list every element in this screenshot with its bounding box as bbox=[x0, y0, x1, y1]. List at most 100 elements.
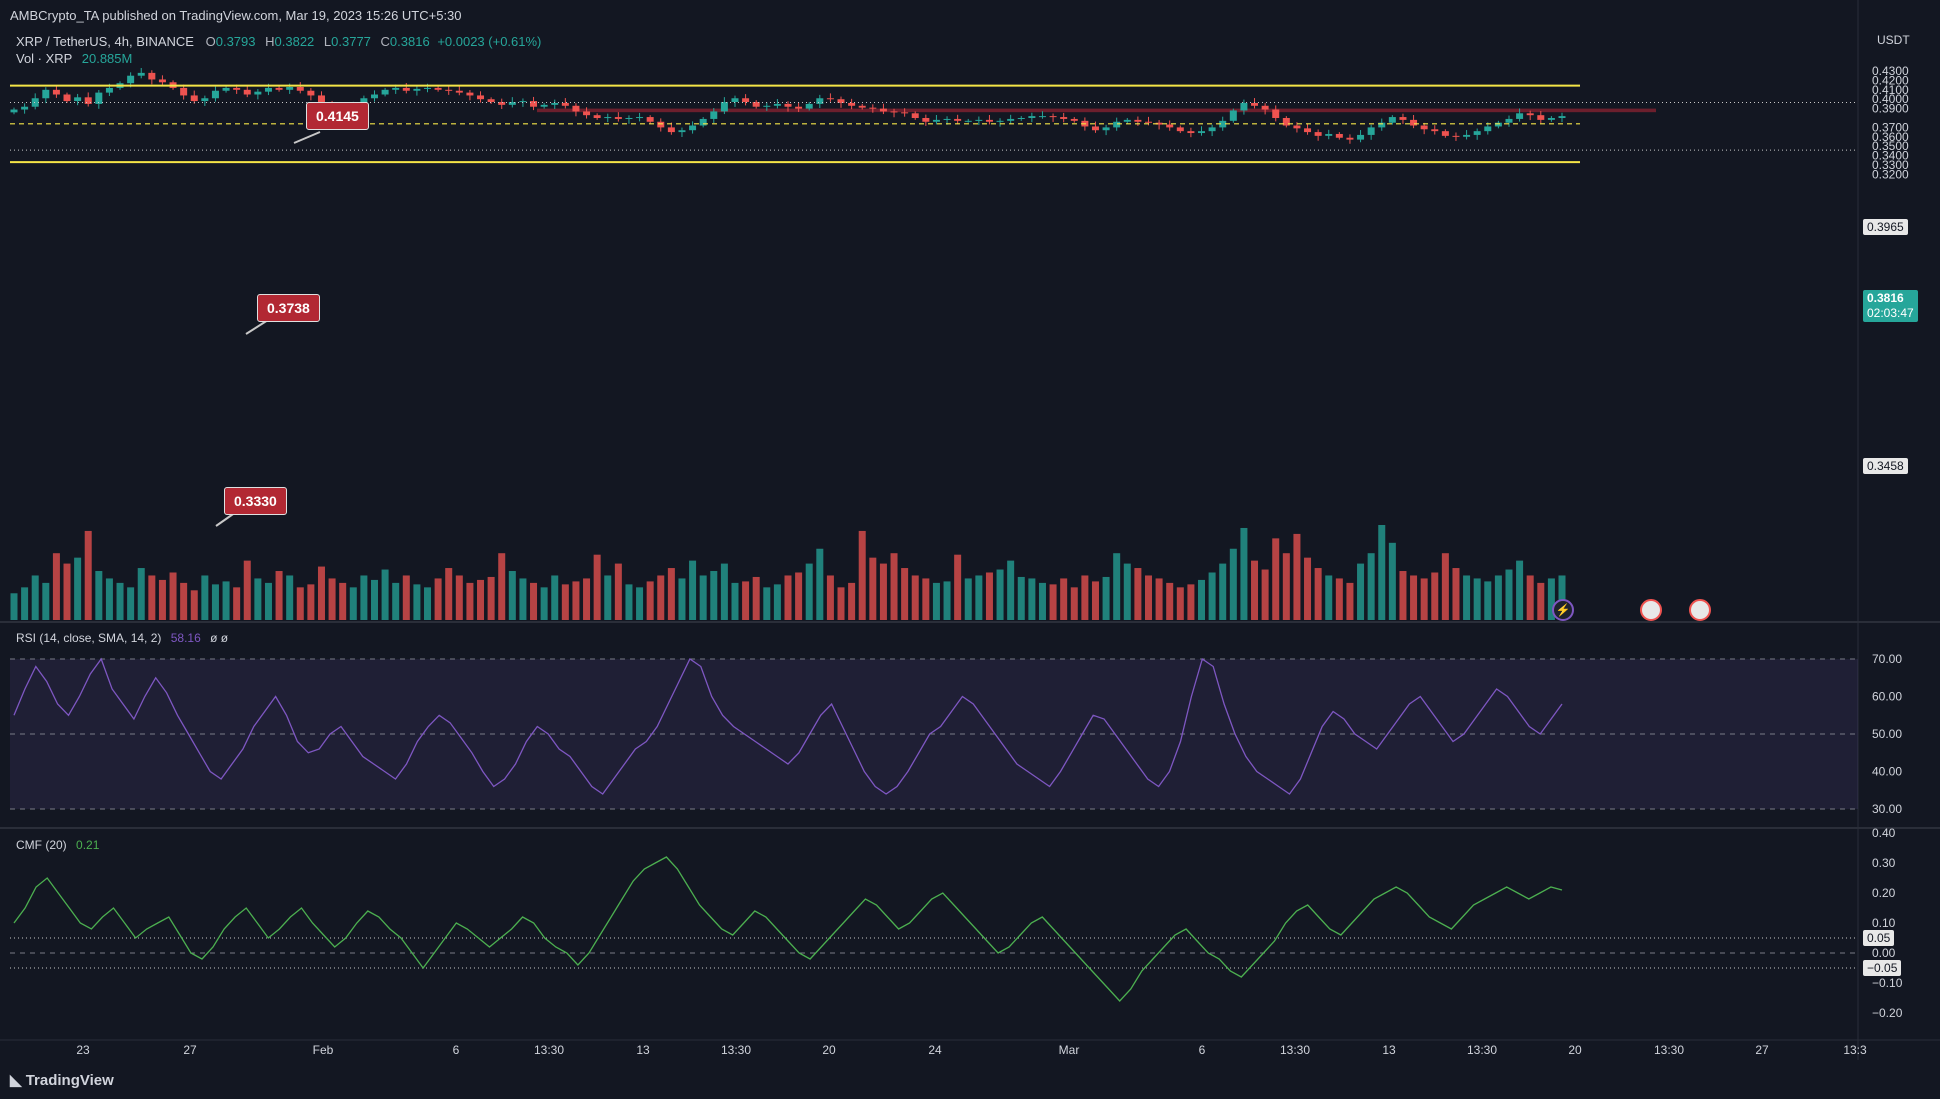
volume-bar bbox=[1388, 542, 1396, 620]
volume-bar bbox=[911, 575, 919, 620]
volume-bar bbox=[572, 581, 580, 620]
candle-body bbox=[1261, 105, 1269, 110]
volume-bar bbox=[487, 576, 495, 620]
volume-bar bbox=[137, 568, 145, 620]
current-price: 0.3816 bbox=[1867, 291, 1904, 305]
candle-body bbox=[1547, 118, 1555, 120]
candle-body bbox=[275, 87, 283, 90]
cmf-axis-tick: 0.00 bbox=[1872, 946, 1896, 960]
candle-body bbox=[381, 89, 389, 95]
volume-bar bbox=[625, 584, 633, 620]
candle-body bbox=[1017, 118, 1025, 119]
candle-body bbox=[985, 119, 993, 122]
flag-icon[interactable] bbox=[1640, 599, 1662, 621]
rsi-extra: ø ø bbox=[210, 631, 229, 645]
annotation-0.3738[interactable]: 0.3738 bbox=[257, 294, 320, 322]
candle-body bbox=[190, 95, 198, 102]
candle-body bbox=[593, 115, 601, 118]
volume-bar bbox=[1176, 587, 1184, 620]
candle-body bbox=[1388, 117, 1396, 123]
cmf-tag-positive: 0.05 bbox=[1863, 930, 1895, 946]
volume-bar bbox=[1081, 575, 1089, 620]
volume-bar bbox=[286, 575, 294, 620]
annotation-0.3330[interactable]: 0.3330 bbox=[224, 487, 287, 515]
time-axis-tick: 23 bbox=[76, 1043, 90, 1057]
candle-body bbox=[1229, 110, 1237, 121]
volume-bar bbox=[1314, 568, 1322, 620]
candle-body bbox=[583, 111, 591, 116]
tradingview-logo[interactable]: ◣ TradingView bbox=[10, 1071, 114, 1089]
price-axis: 0.43000.42000.41000.40000.39000.37000.36… bbox=[1872, 64, 1909, 181]
volume-bar bbox=[1526, 575, 1534, 620]
flag-icon[interactable] bbox=[1689, 599, 1711, 621]
volume-bar bbox=[434, 578, 442, 620]
rsi-legend: RSI (14, close, SMA, 14, 2) 58.16 ø ø bbox=[16, 631, 228, 645]
cmf-tag-negative: −0.05 bbox=[1863, 960, 1902, 976]
candles bbox=[10, 67, 1566, 144]
candle-body bbox=[1420, 125, 1428, 130]
candle-body bbox=[1091, 126, 1099, 131]
candle-body bbox=[975, 119, 983, 121]
rsi-axis-tick: 30.00 bbox=[1872, 802, 1902, 816]
volume-bar bbox=[1187, 584, 1195, 620]
candle-body bbox=[795, 106, 803, 109]
volume-bar bbox=[1028, 578, 1036, 620]
candle-body bbox=[1325, 133, 1333, 136]
volume-bar bbox=[1335, 578, 1343, 620]
candle-body bbox=[222, 87, 230, 91]
candle-body bbox=[742, 98, 750, 103]
rsi-axis-tick: 40.00 bbox=[1872, 765, 1902, 779]
candle-body bbox=[1452, 135, 1460, 137]
volume-bar bbox=[837, 587, 845, 620]
volume-bar bbox=[943, 581, 951, 620]
volume-bar bbox=[1494, 575, 1502, 620]
volume-bar bbox=[254, 578, 262, 620]
price-tag-0.3965: 0.3965 bbox=[1863, 219, 1908, 235]
time-axis-tick: 13:30 bbox=[534, 1043, 564, 1057]
cmf-line bbox=[13, 856, 1563, 1002]
volume-bar bbox=[858, 530, 866, 620]
volume-bar bbox=[1166, 582, 1174, 620]
volume-bar bbox=[678, 578, 686, 620]
volume-bar bbox=[1473, 578, 1481, 620]
volume-bar bbox=[848, 582, 856, 620]
volume-bar bbox=[614, 563, 622, 620]
time-axis: 23 27 Feb 6 13:30 13 13:30 20 24 Mar 6 13:30 13 13:30… bbox=[76, 1043, 1867, 1057]
candle-body bbox=[201, 98, 209, 102]
candle-body bbox=[519, 101, 527, 103]
candle-body bbox=[63, 94, 71, 102]
candle-body bbox=[1399, 117, 1407, 120]
volume-bar bbox=[1102, 576, 1110, 620]
time-axis-tick: 13:30 bbox=[1280, 1043, 1310, 1057]
time-axis-tick: 20 bbox=[822, 1043, 836, 1057]
cmf-value: 0.21 bbox=[76, 838, 100, 852]
volume-bar bbox=[52, 553, 60, 620]
countdown: 02:03:47 bbox=[1867, 306, 1914, 320]
candle-body bbox=[233, 87, 241, 90]
candle-body bbox=[816, 98, 824, 104]
logo-icon: ◣ bbox=[10, 1072, 26, 1089]
volume-bar bbox=[699, 575, 707, 620]
annotation-0.4145[interactable]: 0.4145 bbox=[306, 102, 369, 130]
volume-bar bbox=[63, 563, 71, 620]
time-axis-tick: 27 bbox=[1755, 1043, 1769, 1057]
volume-bar bbox=[805, 563, 813, 620]
time-axis-tick: 13:30 bbox=[1654, 1043, 1684, 1057]
candle-body bbox=[264, 87, 272, 92]
lightning-icon[interactable]: ⚡ bbox=[1552, 599, 1574, 621]
volume-bar bbox=[1229, 548, 1237, 620]
candle-body bbox=[211, 90, 219, 99]
candle-body bbox=[1367, 127, 1375, 135]
volume-bar bbox=[498, 553, 506, 620]
candle-body bbox=[614, 117, 622, 119]
volume-bar bbox=[901, 568, 909, 620]
candle-body bbox=[1441, 131, 1449, 136]
candle-body bbox=[434, 87, 442, 90]
volume-bar bbox=[1113, 553, 1121, 620]
volume-bar bbox=[540, 587, 548, 620]
volume-bar bbox=[869, 557, 877, 620]
volume-bar bbox=[1346, 582, 1354, 620]
volume-bar bbox=[985, 572, 993, 620]
price-chart[interactable]: 70.0060.0050.0040.0030.00 0.400.300.200.… bbox=[0, 0, 1940, 1099]
volume-bar bbox=[1282, 553, 1290, 620]
